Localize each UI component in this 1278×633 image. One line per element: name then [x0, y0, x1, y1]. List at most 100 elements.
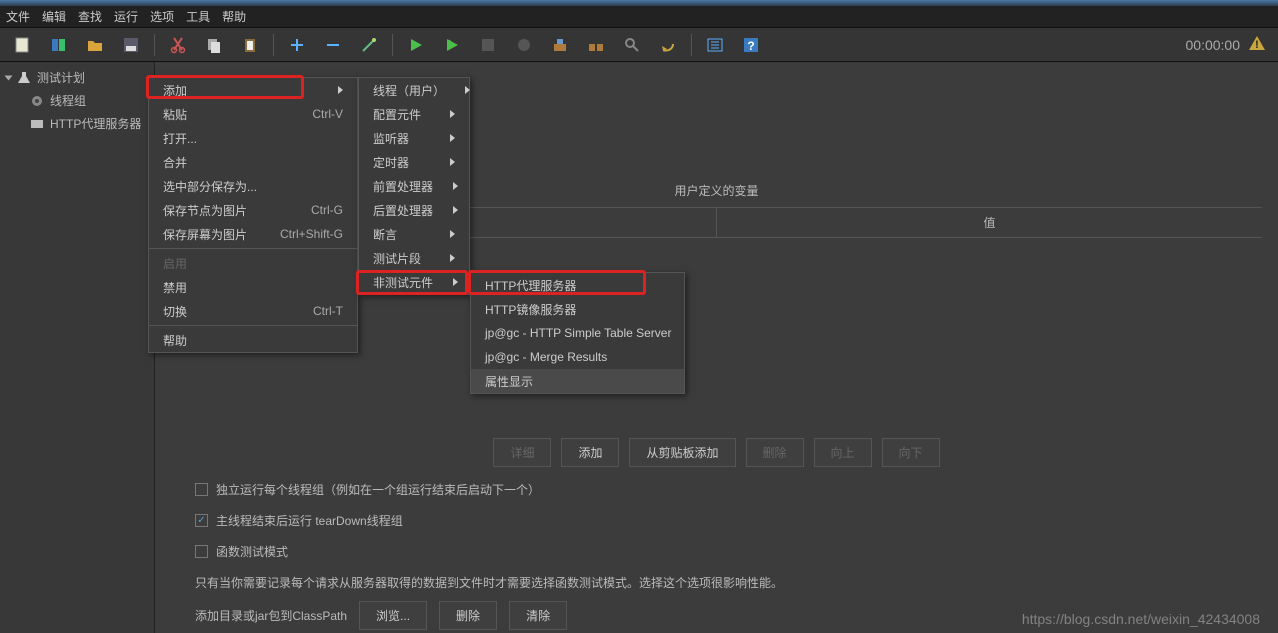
menu-item[interactable]: 前置处理器: [359, 174, 469, 198]
paste-button[interactable]: 从剪贴板添加: [629, 438, 735, 467]
menu-item[interactable]: 测试片段: [359, 246, 469, 270]
checkbox-icon[interactable]: [195, 545, 208, 558]
classpath-label: 添加目录或jar包到ClassPath: [195, 607, 347, 624]
play-now-icon[interactable]: [435, 31, 469, 59]
menu-item[interactable]: 合并: [149, 150, 357, 174]
browse-button[interactable]: 浏览...: [359, 601, 427, 630]
menu-item[interactable]: jp@gc - HTTP Simple Table Server: [471, 321, 684, 345]
menu-help[interactable]: 帮助: [222, 8, 246, 25]
copy-icon[interactable]: [197, 31, 231, 59]
svg-text:?: ?: [747, 39, 754, 53]
chevron-right-icon: [453, 278, 458, 286]
wand-icon[interactable]: [352, 31, 386, 59]
menu-item[interactable]: 断言: [359, 222, 469, 246]
context-menu-3[interactable]: HTTP代理服务器HTTP镜像服务器jp@gc - HTTP Simple Ta…: [470, 272, 685, 394]
menu-item[interactable]: 保存节点为图片Ctrl-G: [149, 198, 357, 222]
context-menu-2[interactable]: 线程（用户）配置元件监听器定时器前置处理器后置处理器断言测试片段非测试元件: [358, 77, 470, 295]
timer: 00:00:00 !: [1186, 34, 1273, 55]
menu-item[interactable]: 线程（用户）: [359, 78, 469, 102]
reset-search-icon[interactable]: [651, 31, 685, 59]
tree-http-proxy[interactable]: HTTP代理服务器: [0, 112, 154, 135]
tree-root-label: 测试计划: [37, 69, 85, 86]
chevron-down-icon[interactable]: [5, 75, 13, 80]
chevron-right-icon: [453, 182, 458, 190]
svg-text:!: !: [1255, 39, 1259, 51]
menu-search[interactable]: 查找: [78, 8, 102, 25]
up-button[interactable]: 向上: [814, 438, 872, 467]
new-icon[interactable]: [6, 31, 40, 59]
detail-button[interactable]: 详细: [493, 438, 551, 467]
menu-bar[interactable]: 文件 编辑 查找 运行 选项 工具 帮助: [0, 6, 1278, 28]
menu-item[interactable]: 配置元件: [359, 102, 469, 126]
menu-item[interactable]: 粘贴Ctrl-V: [149, 102, 357, 126]
description-text: 只有当你需要记录每个请求从服务器取得的数据到文件时才需要选择函数测试模式。选择这…: [195, 574, 1262, 591]
minus-icon[interactable]: [316, 31, 350, 59]
menu-item[interactable]: 非测试元件: [359, 270, 469, 294]
menu-item[interactable]: 属性显示: [471, 369, 684, 393]
menu-item[interactable]: 定时器: [359, 150, 469, 174]
checkbox-teardown[interactable]: ✓ 主线程结束后运行 tearDown线程组: [195, 512, 1262, 529]
tree-panel[interactable]: 测试计划 线程组 HTTP代理服务器: [0, 62, 155, 633]
cp-clear-button[interactable]: 清除: [509, 601, 567, 630]
menu-tools[interactable]: 工具: [186, 8, 210, 25]
cp-delete-button[interactable]: 删除: [439, 601, 497, 630]
down-button[interactable]: 向下: [882, 438, 940, 467]
play-icon[interactable]: [399, 31, 433, 59]
tree-item-label: HTTP代理服务器: [50, 115, 141, 132]
checkbox-icon[interactable]: ✓: [195, 514, 208, 527]
checkbox-label: 函数测试模式: [216, 543, 288, 560]
menu-run[interactable]: 运行: [114, 8, 138, 25]
table-buttons: 详细 添加 从剪贴板添加 删除 向上 向下: [171, 438, 1262, 467]
menu-options[interactable]: 选项: [150, 8, 174, 25]
menu-item[interactable]: 监听器: [359, 126, 469, 150]
checkbox-icon[interactable]: [195, 483, 208, 496]
checkbox-label: 独立运行每个线程组（例如在一个组运行结束后启动下一个）: [216, 481, 540, 498]
checkbox-independent[interactable]: 独立运行每个线程组（例如在一个组运行结束后启动下一个）: [195, 481, 1262, 498]
clear-all-icon[interactable]: [579, 31, 613, 59]
menu-item[interactable]: 打开...: [149, 126, 357, 150]
menu-item[interactable]: 添加: [149, 78, 357, 102]
cut-icon[interactable]: [161, 31, 195, 59]
tree-root[interactable]: 测试计划: [0, 66, 154, 89]
clear-icon[interactable]: [543, 31, 577, 59]
menu-item[interactable]: 切换Ctrl-T: [149, 299, 357, 323]
add-button[interactable]: 添加: [561, 438, 619, 467]
menu-file[interactable]: 文件: [6, 8, 30, 25]
col-value: 值: [717, 208, 1262, 237]
menu-item[interactable]: jp@gc - Merge Results: [471, 345, 684, 369]
menu-item[interactable]: HTTP代理服务器: [471, 273, 684, 297]
menu-edit[interactable]: 编辑: [42, 8, 66, 25]
menu-item[interactable]: HTTP镜像服务器: [471, 297, 684, 321]
tree-item-label: 线程组: [50, 92, 86, 109]
context-menu-1[interactable]: 添加粘贴Ctrl-V打开...合并选中部分保存为...保存节点为图片Ctrl-G…: [148, 77, 358, 353]
checkbox-label: 主线程结束后运行 tearDown线程组: [216, 512, 403, 529]
chevron-right-icon: [450, 254, 455, 262]
menu-item[interactable]: 后置处理器: [359, 198, 469, 222]
save-icon[interactable]: [114, 31, 148, 59]
chevron-right-icon: [450, 158, 455, 166]
checkbox-functest[interactable]: 函数测试模式: [195, 543, 1262, 560]
menu-item[interactable]: 禁用: [149, 275, 357, 299]
stop-icon[interactable]: [471, 31, 505, 59]
paste-icon[interactable]: [233, 31, 267, 59]
chevron-right-icon: [450, 230, 455, 238]
search-icon[interactable]: [615, 31, 649, 59]
watermark: https://blog.csdn.net/weixin_42434008: [1022, 611, 1260, 627]
toolbar: ? 00:00:00 !: [0, 28, 1278, 62]
menu-item[interactable]: 帮助: [149, 328, 357, 352]
shutdown-icon[interactable]: [507, 31, 541, 59]
chevron-right-icon: [453, 206, 458, 214]
open-icon[interactable]: [78, 31, 112, 59]
chevron-right-icon: [450, 110, 455, 118]
tree-thread-group[interactable]: 线程组: [0, 89, 154, 112]
function-icon[interactable]: [698, 31, 732, 59]
menu-item[interactable]: 选中部分保存为...: [149, 174, 357, 198]
delete-button[interactable]: 删除: [746, 438, 804, 467]
menu-item[interactable]: 保存屏幕为图片Ctrl+Shift-G: [149, 222, 357, 246]
element-icon: [30, 117, 44, 131]
help-icon[interactable]: ?: [734, 31, 768, 59]
plus-icon[interactable]: [280, 31, 314, 59]
templates-icon[interactable]: [42, 31, 76, 59]
chevron-right-icon: [338, 86, 343, 94]
warning-icon: !: [1248, 34, 1266, 55]
